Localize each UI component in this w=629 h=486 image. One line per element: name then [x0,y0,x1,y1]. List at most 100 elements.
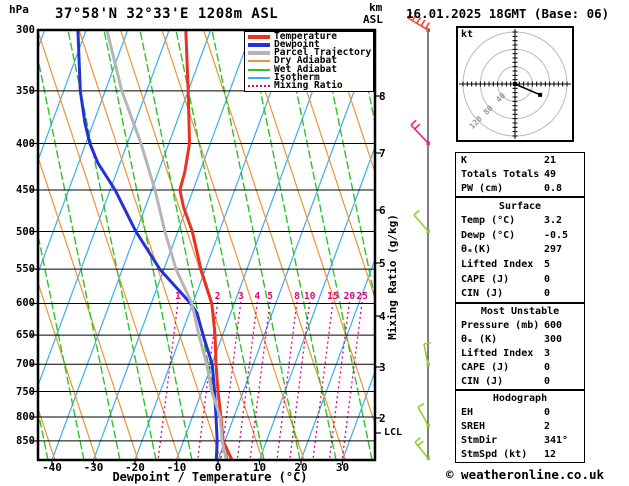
km-tick-label: 2 [379,412,386,425]
pressure-tick-label: 550 [0,263,35,275]
temperature-tick-label: 30 [321,461,365,474]
stats-label: SREH [461,421,485,432]
dry-adiabat-line [38,30,180,460]
stats-table-surface: SurfaceTemp (°C)3.2Dewp (°C)-0.5θₑ(K)297… [455,197,585,303]
run-datetime: 16.01.2025 18GMT (Base: 06) [406,6,609,21]
pressure-tick-label: 800 [0,411,35,423]
stats-label: CIN (J) [461,288,503,299]
legend-item: Mixing Ratio [248,82,373,90]
temperature-curve [180,30,232,459]
stats-label: CAPE (J) [461,362,509,373]
temperature-tick-label: -10 [155,461,199,474]
stats-row: StmDir 341° [456,435,584,446]
stats-value: 0 [544,362,550,373]
mixing-ratio-line [158,302,178,460]
pressure-tick-label: 600 [0,297,35,309]
stats-row: Lifted Index 3 [456,348,584,359]
legend-line-sample [248,60,270,62]
mixing-ratio-axis-label: Mixing Ratio (g/kg) [386,214,399,340]
temperature-tick-label: -20 [113,461,157,474]
stats-value: 21 [544,155,556,166]
legend-line-sample [248,43,270,47]
dry-adiabat-line [204,30,346,460]
pressure-tick-label: 500 [0,226,35,238]
stats-value: 2 [544,421,550,432]
pressure-tick-label: 400 [0,138,35,150]
wind-barb-staff [424,344,428,364]
stats-table-title: Most Unstable [456,306,584,317]
dry-adiabat-line [245,30,387,460]
wind-barb [411,120,430,145]
stats-value: 0 [544,407,550,418]
stats-table-hodograph: HodographEH0SREH2StmDir341°StmSpd (kt)12 [455,390,585,463]
stats-label: Totals Totals [461,169,539,180]
stats-value: 341° [544,435,568,446]
stats-label: θₑ(K) [461,244,491,255]
legend-line-sample [248,35,270,39]
stats-value: 0.8 [544,183,562,194]
stats-label: StmSpd (kt) [461,449,527,460]
stats-row: StmSpd (kt) 12 [456,449,584,460]
stats-value: -0.5 [544,230,568,241]
pressure-axis-unit: hPa [9,3,29,16]
stats-label: Pressure (mb) [461,320,539,331]
wind-barb-tick [415,438,420,442]
pressure-tick-label: 750 [0,386,35,398]
km-tick-label: 8 [379,90,386,103]
wind-barb-staff [415,442,428,458]
mixing-ratio-value-label: 1 [175,291,181,302]
stats-row: SREH 2 [456,421,584,432]
stats-value: 3 [544,348,550,359]
mixing-ratio-value-label: 15 [327,291,339,302]
hodograph-trace-point [538,93,542,97]
stats-row: Pressure (mb) 600 [456,320,584,331]
temperature-tick-label: -30 [72,461,116,474]
stats-value: 297 [544,244,562,255]
wind-barb-tick [411,120,416,125]
wind-barb-staff [414,215,428,231]
hodograph-trace-point [513,82,517,86]
stats-row: θₑ(K) 297 [456,244,584,255]
stats-table-indices: K21Totals Totals49PW (cm)0.8 [455,152,585,197]
temperature-tick-label: 20 [279,461,323,474]
skewt-sounding-app: 12345810152025Mixing Ratio (g/kg)4080120… [0,0,629,486]
pressure-tick-label: 300 [0,24,35,36]
stats-row: EH0 [456,407,584,418]
stats-row: CAPE (J) 0 [456,362,584,373]
stats-label: StmDir [461,435,497,446]
legend-line-sample [248,77,270,79]
stats-value: 600 [544,320,562,331]
mixing-ratio-value-label: 10 [304,291,316,302]
stats-value: 12 [544,449,556,460]
mixing-ratio-line [329,302,349,460]
stats-row: Totals Totals 49 [456,169,584,180]
legend-line-sample [248,85,270,87]
km-tick-label: 6 [379,204,386,217]
legend: TemperatureDewpointParcel TrajectoryDry … [244,31,374,92]
stats-row: K21 [456,155,584,166]
temperature-tick-label: 10 [238,461,282,474]
parcel-trajectory-curve [107,30,226,459]
stats-label: Lifted Index [461,348,533,359]
stats-value: 300 [544,334,562,345]
stats-row: Temp (°C)3.2 [456,215,584,226]
stats-value: 0 [544,376,550,387]
dry-adiabat-line [287,30,429,460]
km-tick-label: 4 [379,310,386,323]
km-tick-label: 5 [379,257,386,270]
dry-adiabat-line [121,30,263,460]
mixing-ratio-value-label: 2 [215,291,221,302]
pressure-tick-label: 350 [0,85,35,97]
km-axis-asl: ASL [363,13,383,26]
stats-row: CAPE (J)0 [456,274,584,285]
stats-value: 49 [544,169,556,180]
stats-value: 0 [544,274,550,285]
hodograph-unit-label: kt [461,29,473,40]
stats-value: 3.2 [544,215,562,226]
stats-row: CIN (J)0 [456,288,584,299]
pressure-tick-label: 650 [0,329,35,341]
stats-row: θₑ (K) 300 [456,334,584,345]
sounding-curves [78,30,232,459]
wind-barb-tick [414,210,419,215]
stats-label: θₑ (K) [461,334,497,345]
